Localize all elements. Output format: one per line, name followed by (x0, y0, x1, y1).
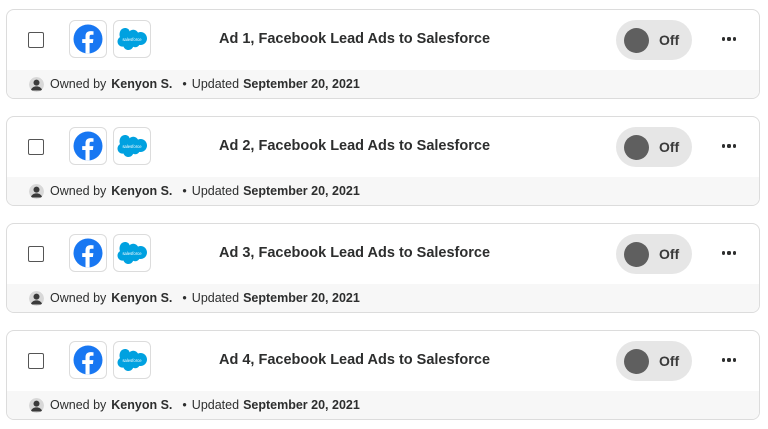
svg-text:salesforce: salesforce (122, 358, 142, 363)
salesforce-icon: salesforce (117, 242, 147, 264)
facebook-icon (73, 345, 103, 375)
facebook-app-tile (69, 20, 107, 58)
facebook-app-tile (69, 127, 107, 165)
select-checkbox[interactable] (28, 353, 44, 369)
svg-text:salesforce: salesforce (122, 37, 142, 42)
more-options-icon[interactable] (719, 29, 739, 49)
owner-name: Kenyon S. (111, 184, 173, 198)
owned-by-label: Owned by (50, 184, 107, 198)
more-options-icon[interactable] (719, 136, 739, 156)
zap-title[interactable]: Ad 2, Facebook Lead Ads to Salesforce (219, 138, 490, 154)
salesforce-icon: salesforce (117, 135, 147, 157)
avatar (29, 76, 44, 92)
salesforce-app-tile: salesforce (113, 20, 151, 58)
facebook-icon (73, 238, 103, 268)
owner-name: Kenyon S. (111, 291, 173, 305)
zap-meta: Owned by Kenyon S. • Updated September 2… (7, 284, 759, 312)
updated-date: September 20, 2021 (243, 77, 360, 91)
updated-label: Updated (191, 77, 240, 91)
toggle-label: Off (659, 246, 680, 262)
zap-meta: Owned by Kenyon S. • Updated September 2… (7, 70, 759, 98)
salesforce-app-tile: salesforce (113, 341, 151, 379)
svg-text:salesforce: salesforce (122, 144, 142, 149)
owned-by-label: Owned by (50, 77, 107, 91)
facebook-app-tile (69, 341, 107, 379)
updated-date: September 20, 2021 (243, 398, 360, 412)
avatar (29, 183, 44, 199)
salesforce-app-tile: salesforce (113, 234, 151, 272)
zap-title[interactable]: Ad 3, Facebook Lead Ads to Salesforce (219, 245, 490, 261)
more-options-icon[interactable] (719, 350, 739, 370)
separator: • (182, 398, 187, 412)
zap-card-main: salesforce Ad 2, Facebook Lead Ads to Sa… (7, 117, 759, 179)
zap-title[interactable]: Ad 1, Facebook Lead Ads to Salesforce (219, 31, 490, 47)
svg-text:salesforce: salesforce (122, 251, 142, 256)
updated-label: Updated (191, 398, 240, 412)
zap-card-main: salesforce Ad 4, Facebook Lead Ads to Sa… (7, 331, 759, 393)
zap-list: salesforce Ad 1, Facebook Lead Ads to Sa… (0, 0, 768, 429)
salesforce-icon: salesforce (117, 28, 147, 50)
select-checkbox[interactable] (28, 139, 44, 155)
separator: • (182, 77, 187, 91)
salesforce-app-tile: salesforce (113, 127, 151, 165)
owned-by-label: Owned by (50, 398, 107, 412)
zap-card: salesforce Ad 1, Facebook Lead Ads to Sa… (6, 9, 760, 99)
toggle-knob (624, 348, 649, 374)
separator: • (182, 291, 187, 305)
owner-name: Kenyon S. (111, 77, 173, 91)
zap-status-toggle[interactable]: Off (616, 20, 692, 60)
toggle-label: Off (659, 353, 680, 369)
zap-card-main: salesforce Ad 1, Facebook Lead Ads to Sa… (7, 10, 759, 72)
zap-card: salesforce Ad 2, Facebook Lead Ads to Sa… (6, 116, 760, 206)
zap-status-toggle[interactable]: Off (616, 127, 692, 167)
toggle-label: Off (659, 32, 680, 48)
avatar (29, 397, 44, 413)
zap-status-toggle[interactable]: Off (616, 341, 692, 381)
zap-card: salesforce Ad 3, Facebook Lead Ads to Sa… (6, 223, 760, 313)
zap-meta: Owned by Kenyon S. • Updated September 2… (7, 391, 759, 419)
updated-label: Updated (191, 291, 240, 305)
toggle-label: Off (659, 139, 680, 155)
toggle-knob (624, 134, 649, 160)
facebook-icon (73, 24, 103, 54)
zap-status-toggle[interactable]: Off (616, 234, 692, 274)
facebook-app-tile (69, 234, 107, 272)
zap-card: salesforce Ad 4, Facebook Lead Ads to Sa… (6, 330, 760, 420)
avatar (29, 290, 44, 306)
salesforce-icon: salesforce (117, 349, 147, 371)
zap-meta: Owned by Kenyon S. • Updated September 2… (7, 177, 759, 205)
toggle-knob (624, 27, 649, 53)
zap-title[interactable]: Ad 4, Facebook Lead Ads to Salesforce (219, 352, 490, 368)
facebook-icon (73, 131, 103, 161)
owner-name: Kenyon S. (111, 398, 173, 412)
select-checkbox[interactable] (28, 32, 44, 48)
more-options-icon[interactable] (719, 243, 739, 263)
separator: • (182, 184, 187, 198)
updated-date: September 20, 2021 (243, 291, 360, 305)
updated-label: Updated (191, 184, 240, 198)
select-checkbox[interactable] (28, 246, 44, 262)
owned-by-label: Owned by (50, 291, 107, 305)
toggle-knob (624, 241, 649, 267)
zap-card-main: salesforce Ad 3, Facebook Lead Ads to Sa… (7, 224, 759, 286)
updated-date: September 20, 2021 (243, 184, 360, 198)
